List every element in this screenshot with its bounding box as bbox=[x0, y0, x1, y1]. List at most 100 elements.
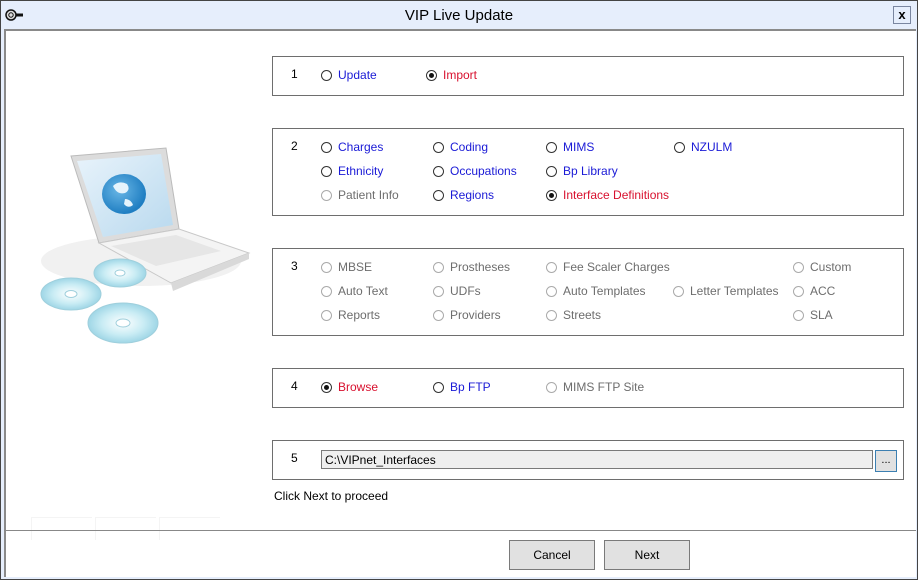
faint-panel-edge bbox=[95, 517, 156, 540]
radio-circle[interactable] bbox=[433, 189, 444, 201]
radio-label: Interface Definitions bbox=[563, 188, 670, 202]
laptop-discs-illustration bbox=[40, 147, 251, 344]
radio-prostheses: Prostheses bbox=[433, 260, 510, 274]
radio-label: Browse bbox=[338, 380, 379, 394]
radio-circle bbox=[546, 285, 557, 297]
radio-circle bbox=[673, 285, 684, 297]
radio-label: Update bbox=[338, 68, 377, 82]
group-number: 5 bbox=[291, 451, 298, 465]
radio-letter-templates: Letter Templates bbox=[673, 284, 779, 298]
radio-providers: Providers bbox=[433, 308, 501, 322]
radio-label: Bp Library bbox=[563, 164, 618, 178]
radio-coding[interactable]: Coding bbox=[433, 140, 488, 154]
radio-circle[interactable] bbox=[321, 69, 332, 81]
radio-interface-definitions[interactable]: Interface Definitions bbox=[546, 188, 669, 202]
radio-label: Ethnicity bbox=[338, 164, 384, 178]
radio-circle bbox=[321, 285, 332, 297]
radio-label: Charges bbox=[338, 140, 384, 154]
radio-label: NZULM bbox=[691, 140, 733, 154]
radio-auto-templates: Auto Templates bbox=[546, 284, 646, 298]
radio-label: Letter Templates bbox=[690, 284, 779, 298]
group-5-path: 5 C:\VIPnet_Interfaces ... bbox=[272, 440, 904, 480]
radio-circle bbox=[321, 261, 332, 273]
radio-custom: Custom bbox=[793, 260, 851, 274]
radio-circle bbox=[546, 261, 557, 273]
radio-circle bbox=[793, 285, 804, 297]
group-4-source: 4 Browse Bp FTP MIMS FTP Site bbox=[272, 368, 904, 408]
radio-circle[interactable] bbox=[321, 381, 332, 393]
radio-label: Import bbox=[443, 68, 478, 82]
radio-circle[interactable] bbox=[546, 141, 557, 153]
radio-circle[interactable] bbox=[433, 165, 444, 177]
group-3-other-data: 3 MBSE Prostheses Fee Scaler Charges Cus… bbox=[272, 248, 904, 336]
faint-panel-edge bbox=[31, 517, 92, 540]
cancel-button[interactable]: Cancel bbox=[509, 540, 595, 570]
radio-circle bbox=[546, 309, 557, 321]
window-title: VIP Live Update bbox=[404, 7, 514, 24]
radio-sla: SLA bbox=[793, 308, 833, 322]
radio-circle[interactable] bbox=[546, 165, 557, 177]
radio-label: Prostheses bbox=[450, 260, 511, 274]
instruction-text: Click Next to proceed bbox=[274, 489, 389, 503]
radio-label: Providers bbox=[450, 308, 501, 322]
radio-update[interactable]: Update bbox=[321, 68, 377, 82]
radio-ethnicity[interactable]: Ethnicity bbox=[321, 164, 383, 178]
radio-bp-library[interactable]: Bp Library bbox=[546, 164, 618, 178]
radio-mbse: MBSE bbox=[321, 260, 372, 274]
radio-circle[interactable] bbox=[426, 69, 437, 81]
header-divider bbox=[49, 30, 737, 31]
browse-path-button[interactable]: ... bbox=[875, 450, 897, 472]
radio-charges[interactable]: Charges bbox=[321, 140, 383, 154]
radio-circle[interactable] bbox=[674, 141, 685, 153]
path-input[interactable]: C:\VIPnet_Interfaces bbox=[321, 450, 873, 469]
radio-label: Patient Info bbox=[338, 188, 399, 202]
radio-circle[interactable] bbox=[321, 165, 332, 177]
radio-regions[interactable]: Regions bbox=[433, 188, 494, 202]
footer-divider bbox=[4, 530, 916, 531]
radio-label: MIMS bbox=[563, 140, 595, 154]
radio-label: ACC bbox=[810, 284, 836, 298]
radio-udfs: UDFs bbox=[433, 284, 481, 298]
radio-circle bbox=[433, 309, 444, 321]
radio-circle bbox=[321, 309, 332, 321]
radio-label: Regions bbox=[450, 188, 495, 202]
radio-circle bbox=[433, 285, 444, 297]
radio-patient-info: Patient Info bbox=[321, 188, 399, 202]
radio-label: MBSE bbox=[338, 260, 373, 274]
close-button[interactable]: x bbox=[893, 6, 911, 24]
radio-label: Auto Templates bbox=[563, 284, 646, 298]
radio-circle bbox=[433, 261, 444, 273]
radio-circle[interactable] bbox=[321, 141, 332, 153]
radio-label: Bp FTP bbox=[450, 380, 491, 394]
radio-import[interactable]: Import bbox=[426, 68, 477, 82]
radio-label: Streets bbox=[563, 308, 602, 322]
radio-occupations[interactable]: Occupations bbox=[433, 164, 517, 178]
dialog-window: VIP Live Update x 1 Update Import 2 Char… bbox=[0, 0, 918, 580]
radio-nzulm[interactable]: NZULM bbox=[674, 140, 732, 154]
radio-label: Fee Scaler Charges bbox=[563, 260, 670, 274]
radio-circle[interactable] bbox=[546, 189, 557, 201]
radio-reports: Reports bbox=[321, 308, 380, 322]
radio-mims[interactable]: MIMS bbox=[546, 140, 594, 154]
radio-label: MIMS FTP Site bbox=[563, 380, 645, 394]
radio-label: Auto Text bbox=[338, 284, 388, 298]
radio-label: Reports bbox=[338, 308, 381, 322]
radio-auto-text: Auto Text bbox=[321, 284, 388, 298]
radio-circle[interactable] bbox=[433, 381, 444, 393]
radio-circle bbox=[321, 189, 332, 201]
radio-label: Occupations bbox=[450, 164, 517, 178]
radio-bp-ftp[interactable]: Bp FTP bbox=[433, 380, 491, 394]
radio-browse[interactable]: Browse bbox=[321, 380, 378, 394]
title-bar: VIP Live Update x bbox=[1, 1, 917, 27]
next-button[interactable]: Next bbox=[604, 540, 690, 570]
radio-label: UDFs bbox=[450, 284, 481, 298]
radio-circle[interactable] bbox=[433, 141, 444, 153]
radio-circle bbox=[546, 381, 557, 393]
group-number: 4 bbox=[291, 379, 298, 393]
radio-circle bbox=[793, 261, 804, 273]
close-icon[interactable]: x bbox=[898, 7, 905, 22]
faint-panel-edge bbox=[159, 517, 220, 540]
group-1-mode: 1 Update Import bbox=[272, 56, 904, 96]
radio-label: Coding bbox=[450, 140, 489, 154]
radio-acc: ACC bbox=[793, 284, 835, 298]
